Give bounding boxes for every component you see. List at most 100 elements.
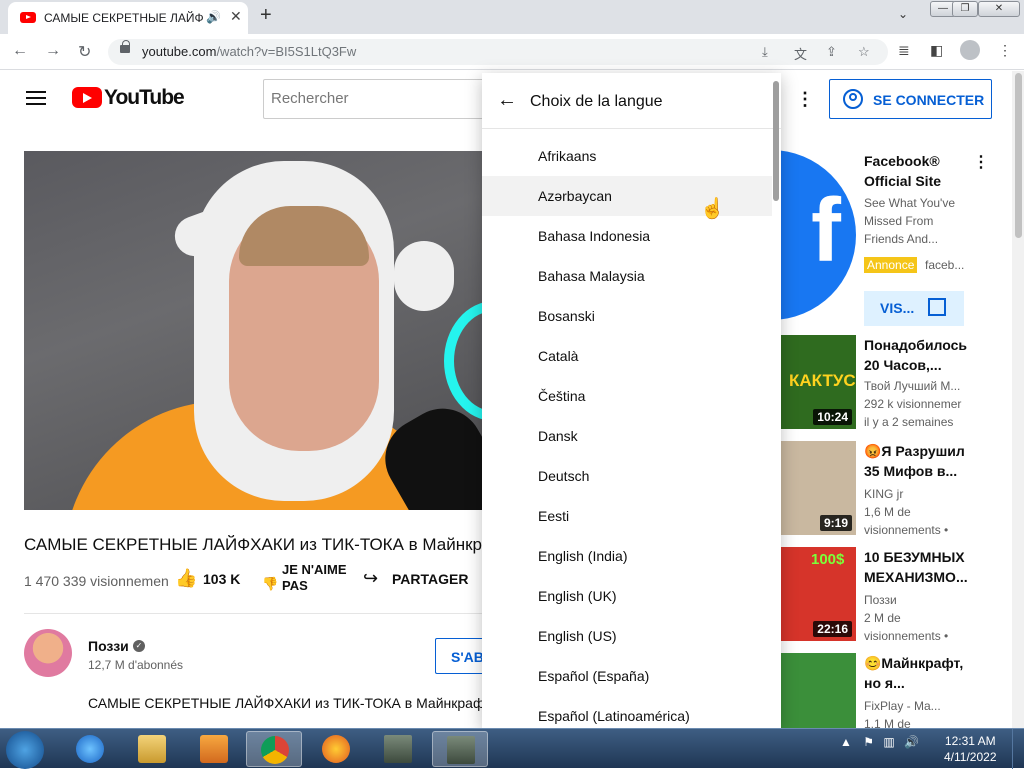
language-option[interactable]: Bahasa Malaysia [482, 256, 772, 296]
recommended-video[interactable]: 100$ 22:16 10 БЕЗУМНЫХ МЕХАНИЗМО... Позз… [781, 547, 1011, 643]
terminal-button-active[interactable] [432, 731, 488, 767]
restore-window-icon[interactable]: ❐ [952, 1, 978, 17]
sign-in-label: SE CONNECTER [873, 92, 985, 108]
bookmark-star-icon[interactable]: ☆ [858, 44, 870, 60]
browser-tab-strip: САМЫЕ СЕКРЕТНЫЕ ЛАЙФХАКИ из ТИК-ТОКА в М… [0, 0, 1024, 34]
share-page-icon[interactable]: ⇪ [826, 44, 837, 60]
like-button[interactable]: 👍 103 K [175, 568, 245, 592]
start-button[interactable] [6, 731, 44, 769]
new-tab-icon[interactable]: + [260, 4, 272, 27]
ad-more-icon[interactable]: ⋮ [973, 152, 989, 172]
language-option-label: Bahasa Indonesia [538, 228, 651, 244]
recommended-video[interactable]: 😊Майнкрафт, но я... FixPlay - Ma... 1,1 … [781, 653, 1011, 728]
system-tray: ▲ ⚑ ▥ 🔊 [840, 735, 919, 749]
chrome-icon [261, 736, 289, 764]
hamburger-menu-icon[interactable] [26, 91, 46, 105]
language-option[interactable]: Español (Latinoamérica) [482, 696, 772, 728]
language-option[interactable]: Català [482, 336, 772, 376]
recommended-title[interactable]: 😊Майнкрафт, но я... [864, 653, 969, 693]
volume-icon[interactable]: 🔊 [904, 735, 919, 749]
recommended-video[interactable]: 9:19 😡Я Разрушил 35 Мифов в... KING jr 1… [781, 441, 1011, 537]
language-option[interactable]: English (UK) [482, 576, 772, 616]
firefox-button[interactable] [308, 731, 364, 767]
language-option[interactable]: English (US) [482, 616, 772, 656]
recommended-channel[interactable]: KING jr [864, 485, 974, 503]
language-option-label: Català [538, 348, 579, 364]
video-title: САМЫЕ СЕКРЕТНЫЕ ЛАЙФХАКИ из ТИК-ТОКА в М… [24, 535, 482, 554]
show-desktop-button[interactable] [1012, 729, 1024, 769]
tab-search-chevron-icon[interactable]: ⌄ [898, 7, 908, 21]
clock[interactable]: 12:31 AM 4/11/2022 [944, 733, 997, 765]
video-thumbnail[interactable]: 100$ 22:16 [781, 547, 856, 641]
omnibox[interactable]: youtube.com/watch?v=BI5S1LtQ3Fw ⤓ 文 ⇪ ☆ [108, 39, 888, 65]
scrollbar-thumb[interactable] [1015, 73, 1022, 238]
network-icon[interactable]: ▥ [883, 735, 894, 749]
media-controls-icon[interactable]: ≣ [898, 42, 910, 59]
language-option[interactable]: Afrikaans [482, 136, 772, 176]
thumbnail-text: 100$ [811, 551, 845, 568]
translate-icon[interactable]: 文 [794, 44, 807, 63]
language-option[interactable]: Español (España) [482, 656, 772, 696]
subscribe-button[interactable]: S'AB [435, 638, 484, 674]
recommended-channel[interactable]: FixPlay - Ma... [864, 697, 974, 715]
explorer-button[interactable] [124, 731, 180, 767]
browser-tab[interactable]: САМЫЕ СЕКРЕТНЫЕ ЛАЙФХАКИ из ТИК-ТОКА в М… [8, 2, 248, 34]
ie-icon [76, 735, 104, 763]
menu-scrollbar[interactable] [773, 81, 779, 201]
video-description[interactable]: САМЫЕ СЕКРЕТНЫЕ ЛАЙФХАКИ из ТИК-ТОКА в М… [88, 695, 482, 711]
recommended-title[interactable]: 😡Я Разрушил 35 Мифов в... [864, 441, 969, 481]
language-option[interactable]: Bosanski [482, 296, 772, 336]
chrome-button[interactable] [246, 731, 302, 767]
recommended-channel[interactable]: Твой Лучший М... [864, 377, 974, 395]
close-tab-icon[interactable]: ✕ [230, 8, 242, 25]
video-thumbnail[interactable] [781, 653, 856, 728]
sidebar-ad[interactable]: f Facebook® Official Site See What You'v… [771, 150, 1011, 330]
side-panel-icon[interactable]: ◧ [930, 42, 943, 59]
language-option[interactable]: English (India) [482, 536, 772, 576]
audio-playing-icon[interactable]: 🔊 [206, 10, 221, 24]
back-icon[interactable]: ← [12, 42, 28, 60]
channel-avatar[interactable] [24, 629, 72, 677]
share-label: PARTAGER [392, 571, 469, 587]
language-option[interactable]: Bahasa Indonesia [482, 216, 772, 256]
internet-explorer-button[interactable] [62, 731, 118, 767]
video-thumbnail[interactable]: 9:19 [781, 441, 856, 535]
channel-name[interactable]: Поззи [88, 638, 129, 654]
back-arrow-icon[interactable]: ← [497, 89, 517, 112]
install-app-icon[interactable]: ⤓ [762, 44, 768, 60]
sign-in-button[interactable]: SE CONNECTER [829, 79, 992, 119]
language-option[interactable]: Deutsch [482, 456, 772, 496]
language-option[interactable]: Čeština [482, 376, 772, 416]
reload-icon[interactable]: ↻ [78, 42, 91, 62]
recommended-title[interactable]: Понадобилось 20 Часов,... [864, 335, 969, 375]
browser-menu-icon[interactable]: ⋮ [998, 42, 1012, 59]
video-player[interactable] [24, 151, 484, 510]
search-input[interactable]: Rechercher [263, 79, 493, 119]
page-scrollbar[interactable] [1012, 71, 1024, 728]
url-text[interactable]: youtube.com/watch?v=BI5S1LtQ3Fw [142, 44, 356, 59]
language-option[interactable]: Dansk [482, 416, 772, 456]
forward-icon[interactable]: → [45, 42, 61, 60]
youtube-wordmark[interactable]: YouTube [104, 86, 185, 110]
video-thumbnail[interactable]: КАКТУС 10:24 [781, 335, 856, 429]
ad-title[interactable]: Facebook® Official Site [864, 151, 964, 191]
language-option[interactable]: Azərbaycan [482, 176, 772, 216]
settings-more-icon[interactable]: ⋮ [796, 89, 814, 110]
action-center-icon[interactable]: ⚑ [863, 735, 874, 749]
recommended-channel[interactable]: Поззи [864, 591, 974, 609]
divider [24, 613, 482, 614]
ad-visit-button[interactable]: VIS... [864, 291, 964, 326]
terminal-button[interactable] [370, 731, 426, 767]
profile-avatar[interactable] [960, 40, 980, 60]
thumbs-down-icon: 👎 [262, 576, 279, 591]
recommended-video[interactable]: КАКТУС 10:24 Понадобилось 20 Часов,... Т… [781, 335, 1011, 431]
language-option-label: English (UK) [538, 588, 617, 604]
tray-expand-icon[interactable]: ▲ [840, 735, 852, 749]
youtube-logo-icon[interactable] [72, 87, 102, 108]
recommended-title[interactable]: 10 БЕЗУМНЫХ МЕХАНИЗМО... [864, 547, 969, 587]
language-option[interactable]: Eesti [482, 496, 772, 536]
lock-icon[interactable] [120, 40, 130, 53]
close-window-icon[interactable]: ✕ [978, 1, 1020, 17]
media-player-button[interactable] [186, 731, 242, 767]
language-option-label: Deutsch [538, 468, 590, 484]
